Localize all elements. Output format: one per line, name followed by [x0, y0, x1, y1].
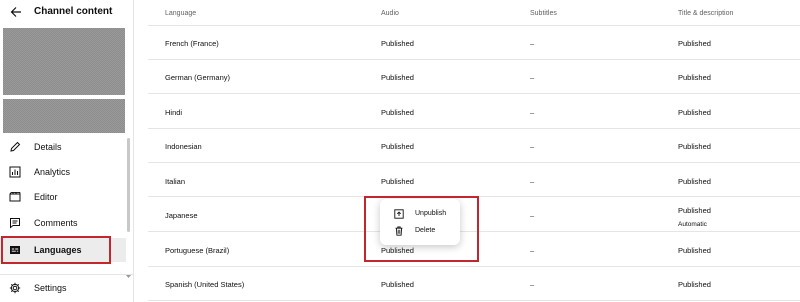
table-row[interactable]: Italian Published – Published	[148, 163, 800, 197]
audio-cell[interactable]: Published	[381, 73, 414, 82]
menu-item-label: Unpublish	[415, 210, 447, 217]
column-header-title-description[interactable]: Title & description	[678, 10, 733, 17]
subtitles-cell[interactable]: –	[530, 108, 534, 117]
sidebar-header: Channel content	[0, 0, 134, 24]
bar-chart-icon	[8, 165, 22, 179]
title-description-cell[interactable]: Published	[678, 246, 711, 255]
sidebar-item-languages[interactable]: Languages	[0, 238, 126, 262]
trash-icon	[394, 226, 404, 236]
sidebar-item-comments[interactable]: Comments	[0, 212, 126, 234]
audio-cell[interactable]: Published	[381, 280, 414, 289]
languages-table: Language Audio Subtitles Title & descrip…	[148, 0, 800, 302]
table-row[interactable]: Hindi Published – Published	[148, 95, 800, 129]
comment-icon	[8, 216, 22, 230]
title-description-cell[interactable]: Published	[678, 39, 711, 48]
sidebar-item-label: Comments	[34, 218, 78, 228]
video-thumbnail[interactable]	[3, 28, 125, 95]
sidebar-item-details[interactable]: Details	[0, 136, 126, 158]
sidebar-item-settings[interactable]: Settings	[0, 277, 126, 299]
table-row[interactable]: French (France) Published – Published	[148, 26, 800, 60]
subtitles-icon	[8, 243, 22, 257]
clapperboard-icon	[8, 190, 22, 204]
subtitles-cell[interactable]: –	[530, 246, 534, 255]
table-row[interactable]: Japanese – Published Automatic	[148, 198, 800, 232]
subtitles-cell[interactable]: –	[530, 73, 534, 82]
subtitles-cell[interactable]: –	[530, 39, 534, 48]
pencil-icon	[8, 140, 22, 154]
subtitles-cell[interactable]: –	[530, 142, 534, 151]
title-description-cell[interactable]: Published	[678, 280, 711, 289]
video-thumbnail-secondary	[3, 99, 125, 133]
language-cell: Italian	[165, 177, 186, 186]
language-cell: German (Germany)	[165, 73, 231, 82]
sidebar-item-label: Analytics	[34, 167, 71, 177]
sidebar-item-label: Details	[34, 142, 62, 152]
language-cell: French (France)	[165, 39, 219, 48]
audio-cell[interactable]: Published	[381, 108, 414, 117]
table-row[interactable]: Spanish (United States) Published – Publ…	[148, 267, 800, 301]
arrow-left-icon[interactable]	[8, 4, 24, 20]
title-description-cell[interactable]: Published	[678, 177, 711, 186]
subtitles-cell[interactable]: –	[530, 177, 534, 186]
scroll-down-icon[interactable]	[125, 266, 132, 278]
title-description-status: Automatic	[678, 221, 707, 228]
language-cell: Japanese	[165, 211, 198, 220]
table-row[interactable]: Portuguese (Brazil) Published – Publishe…	[148, 233, 800, 267]
sidebar-item-label: Settings	[34, 283, 67, 293]
table-row[interactable]: Indonesian Published – Published	[148, 129, 800, 163]
audio-cell[interactable]: Published	[381, 142, 414, 151]
audio-cell[interactable]: Published	[381, 246, 414, 255]
title-description-cell[interactable]: Published	[678, 142, 711, 151]
sidebar: Channel content Details Analytics Editor…	[0, 0, 134, 302]
column-header-language[interactable]: Language	[165, 10, 196, 17]
sidebar-scrollbar[interactable]	[127, 138, 130, 232]
audio-cell[interactable]: Published	[381, 177, 414, 186]
delete-menu-item[interactable]: Delete	[380, 222, 460, 240]
subtitles-cell[interactable]: –	[530, 280, 534, 289]
language-cell: Portuguese (Brazil)	[165, 246, 230, 255]
sidebar-title: Channel content	[34, 6, 113, 17]
unpublish-icon	[394, 209, 404, 219]
audio-cell[interactable]: Published	[381, 39, 414, 48]
column-header-subtitles[interactable]: Subtitles	[530, 10, 557, 17]
language-cell: Spanish (United States)	[165, 280, 245, 289]
subtitles-cell[interactable]: –	[530, 211, 534, 220]
title-description-cell[interactable]: Published	[678, 73, 711, 82]
menu-item-label: Delete	[415, 227, 436, 234]
divider	[0, 274, 134, 275]
column-header-audio[interactable]: Audio	[381, 10, 399, 17]
audio-options-menu: Unpublish Delete	[380, 199, 460, 245]
language-cell: Hindi	[165, 108, 183, 117]
gear-icon	[8, 281, 22, 295]
sidebar-item-label: Languages	[34, 245, 82, 255]
sidebar-item-label: Editor	[34, 192, 58, 202]
sidebar-item-analytics[interactable]: Analytics	[0, 161, 126, 183]
unpublish-menu-item[interactable]: Unpublish	[380, 205, 460, 223]
table-header: Language Audio Subtitles Title & descrip…	[148, 0, 800, 26]
title-description-cell[interactable]: Published	[678, 108, 711, 117]
language-cell: Indonesian	[165, 142, 202, 151]
title-description-cell[interactable]: Published	[678, 206, 711, 215]
table-row[interactable]: German (Germany) Published – Published	[148, 60, 800, 94]
sidebar-item-editor[interactable]: Editor	[0, 186, 126, 208]
